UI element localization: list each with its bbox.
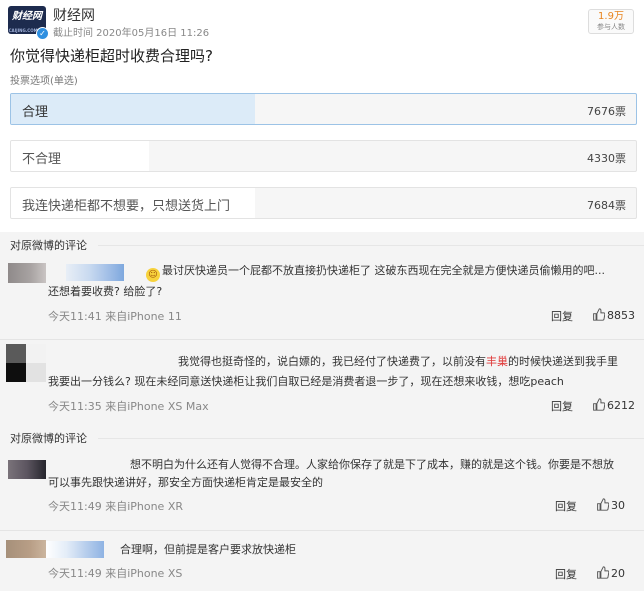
poll-deadline: 截止时间 2020年05月16日 11:26 xyxy=(53,28,210,39)
poll-option-3[interactable]: 我连快递柜都不想要，只想送货上门 7684票 xyxy=(10,187,637,219)
username-redacted[interactable] xyxy=(66,264,124,281)
comment-meta: 今天11:49 来自iPhone XR xyxy=(48,500,184,513)
like-button[interactable]: 8853 xyxy=(592,308,635,322)
thumbs-up-icon xyxy=(593,308,606,321)
participants-count: 1.9万 xyxy=(598,11,624,22)
like-button[interactable]: 20 xyxy=(596,566,625,580)
poll-option-2[interactable]: 不合理 4330票 xyxy=(10,140,637,172)
comment-text: ☺ 最讨厌快递员一个屁都不放直接扔快递柜了 这破东西现在完全就是方便快递员偷懒用的… xyxy=(146,262,640,282)
like-count: 30 xyxy=(611,499,625,512)
poll-option-label: 合理 xyxy=(22,105,49,120)
comments-section-title: 对原微博的评论 xyxy=(10,239,87,252)
poll-option-label: 我连快递柜都不想要，只想送货上门 xyxy=(22,199,231,214)
poll-option-1[interactable]: 合理 7676票 xyxy=(10,93,637,125)
poll-option-label: 不合理 xyxy=(22,152,62,167)
verified-icon: ✓ xyxy=(36,27,49,40)
poll-option-count: 7684票 xyxy=(587,199,626,212)
poll-question: 你觉得快递柜超时收费合理吗? xyxy=(10,47,213,65)
participants-label: 参与人数 xyxy=(597,23,625,31)
like-count: 20 xyxy=(611,567,625,580)
reply-button[interactable]: 回复 xyxy=(551,308,573,324)
comments-section-title: 对原微博的评论 xyxy=(10,432,87,445)
poll-option-count: 4330票 xyxy=(587,152,626,165)
thumbs-up-icon xyxy=(597,566,610,579)
poll-option-count: 7676票 xyxy=(587,105,626,118)
logo-text: 财经网 xyxy=(12,11,42,22)
divider xyxy=(0,339,644,340)
comment-meta: 今天11:35 来自iPhone XS Max xyxy=(48,400,209,413)
username-redacted[interactable] xyxy=(46,541,104,558)
comment-text: 想不明白为什么还有人觉得不合理。人家给你保存了就是下了成本，赚的就是这个钱。你要… xyxy=(130,458,614,471)
divider xyxy=(98,245,644,246)
avatar[interactable] xyxy=(6,540,46,558)
comment-text-continued: 还想着要收费? 给脸了? xyxy=(48,285,163,298)
comment-text-continued: 我要出一分钱么? 现在未经同意送快递柜让我们自取已经是消费者退一步了，现在还想来… xyxy=(48,375,564,388)
comment-meta: 今天11:49 来自iPhone XS xyxy=(48,567,183,580)
like-button[interactable]: 30 xyxy=(596,498,625,512)
comment-text: 合理啊，但前提是客户要求放快递柜 xyxy=(120,543,296,556)
reply-button[interactable]: 回复 xyxy=(551,398,573,414)
thumbs-up-icon xyxy=(597,498,610,511)
highlighted-keyword: 丰巢 xyxy=(486,355,508,368)
divider xyxy=(98,438,644,439)
source-name[interactable]: 财经网 xyxy=(53,5,95,25)
like-button[interactable]: 6212 xyxy=(592,398,635,412)
avatar[interactable] xyxy=(6,344,46,382)
smile-emoji-icon: ☺ xyxy=(146,268,160,282)
reply-button[interactable]: 回复 xyxy=(555,498,577,514)
avatar[interactable] xyxy=(8,460,46,479)
reply-button[interactable]: 回复 xyxy=(555,566,577,582)
comment-text: 我觉得也挺奇怪的，说白嫖的，我已经付了快递费了，以前没有丰巢的时候快递送到我手里 xyxy=(178,355,618,368)
thumbs-up-icon xyxy=(593,398,606,411)
like-count: 6212 xyxy=(607,399,635,412)
divider xyxy=(0,530,644,531)
participants-badge: 1.9万 参与人数 xyxy=(588,9,634,34)
vote-type-label: 投票选项(单选) xyxy=(10,76,78,87)
avatar[interactable] xyxy=(8,263,46,283)
comment-meta: 今天11:41 来自iPhone 11 xyxy=(48,310,182,323)
comment-text-continued: 可以事先跟快递讲好，那安全方面快递柜肯定是最安全的 xyxy=(48,476,323,489)
like-count: 8853 xyxy=(607,309,635,322)
